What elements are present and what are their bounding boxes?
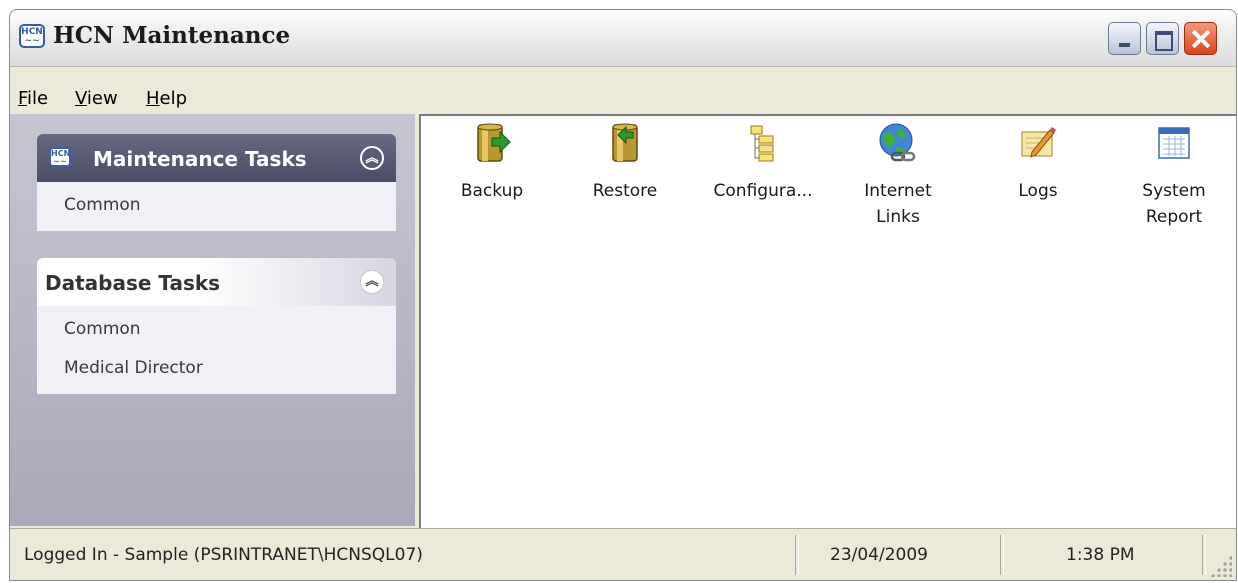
internet-links-tile[interactable]: Internet Links (833, 122, 963, 230)
task-list-view: Backup Restore Configura... Internet Lin… (419, 114, 1236, 528)
menu-help-mnemonic: H (146, 88, 160, 109)
system-report-label: System Report (1142, 181, 1206, 227)
backup-label: Backup (460, 181, 524, 201)
medical-director-link[interactable]: Medical Director (37, 349, 396, 388)
system-report-icon (1158, 127, 1190, 159)
menu-file-rest: ile (27, 88, 49, 109)
menu-view-rest: iew (86, 88, 118, 109)
title-bar[interactable]: HCN ~~ HCN Maintenance (10, 10, 1236, 67)
status-time: 1:38 PM (1066, 545, 1135, 565)
logs-label: Logs (1018, 181, 1058, 201)
database-common-link[interactable]: Common (37, 310, 396, 349)
database-tasks-panel: Database Tasks ︽ Common Medical Director (37, 258, 396, 394)
database-tasks-header[interactable]: Database Tasks ︽ (37, 258, 396, 306)
logs-icon (1021, 127, 1056, 158)
backup-icon (477, 123, 511, 162)
maintenance-tasks-body: Common (37, 182, 396, 231)
minimize-button[interactable] (1108, 22, 1141, 55)
status-date: 23/04/2009 (830, 545, 928, 565)
status-separator (1202, 535, 1206, 575)
collapse-chevron-icon[interactable]: ︽ (360, 146, 384, 170)
configuration-icon (750, 125, 774, 162)
database-tasks-title: Database Tasks (45, 271, 221, 295)
menu-help[interactable]: Help (146, 88, 187, 109)
menu-view-mnemonic: V (75, 88, 87, 109)
restore-icon (612, 123, 638, 162)
restore-tile[interactable]: Restore (560, 122, 690, 204)
maintenance-tasks-header[interactable]: HCN ~~ Maintenance Tasks ︽ (37, 134, 396, 182)
resize-grip[interactable] (1210, 555, 1232, 577)
system-report-tile[interactable]: System Report (1109, 122, 1236, 230)
app-icon: HCN ~~ (19, 24, 45, 48)
configuration-tile[interactable]: Configura... (698, 122, 828, 204)
window-title: HCN Maintenance (53, 22, 291, 49)
menu-file-mnemonic: F (18, 88, 28, 109)
maintenance-tasks-panel: HCN ~~ Maintenance Tasks ︽ Common (37, 134, 396, 231)
internet-links-label: Internet Links (864, 181, 932, 227)
menu-view[interactable]: View (75, 88, 118, 109)
configuration-label: Configura... (713, 181, 813, 201)
status-separator (795, 535, 799, 575)
status-login: Logged In - Sample (PSRINTRANET\HCNSQL07… (24, 545, 423, 565)
backup-tile[interactable]: Backup (427, 122, 557, 204)
hcn-app-icon: HCN ~~ (49, 147, 71, 167)
collapse-chevron-icon[interactable]: ︽ (360, 270, 384, 294)
maintenance-tasks-title: Maintenance Tasks (93, 147, 307, 171)
maintenance-common-link[interactable]: Common (37, 186, 396, 225)
database-tasks-body: Common Medical Director (37, 306, 396, 394)
logs-tile[interactable]: Logs (973, 122, 1103, 204)
status-separator (1000, 535, 1004, 575)
menu-help-rest: elp (159, 88, 188, 109)
task-sidebar: HCN ~~ Maintenance Tasks ︽ Common Databas… (10, 114, 415, 526)
menu-bar: File View Help (10, 67, 1236, 113)
restore-label: Restore (592, 181, 658, 201)
close-button[interactable] (1184, 22, 1217, 55)
app-window: HCN ~~ HCN Maintenance File View Help HCN… (9, 9, 1237, 581)
maximize-button[interactable] (1146, 22, 1179, 55)
status-bar: Logged In - Sample (PSRINTRANET\HCNSQL07… (10, 528, 1236, 580)
menu-file[interactable]: File (18, 88, 48, 109)
internet-links-icon (879, 123, 916, 162)
